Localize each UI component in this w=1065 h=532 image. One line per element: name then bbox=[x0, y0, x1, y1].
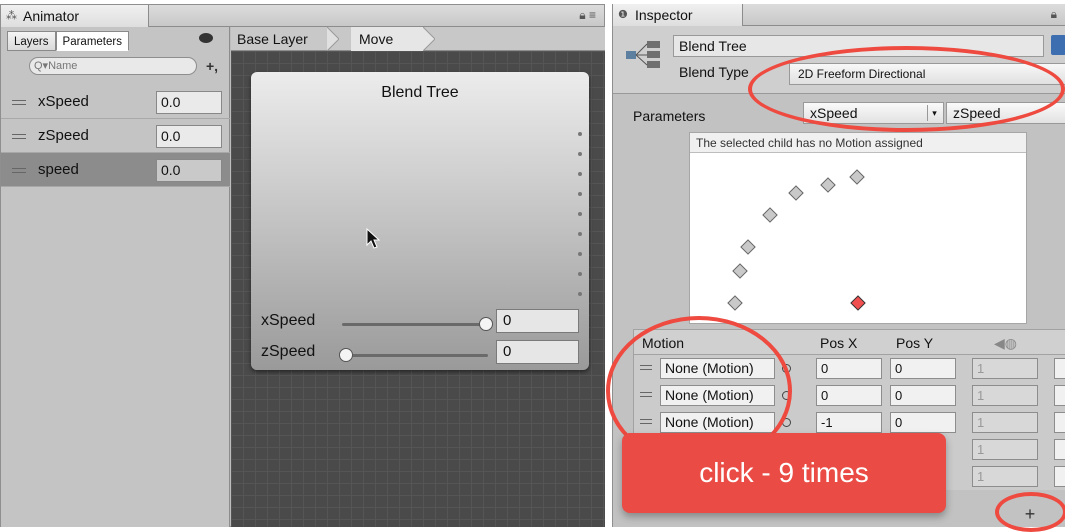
parameter-row[interactable]: zSpeed 0.0 bbox=[1, 119, 230, 153]
motion-point bbox=[727, 295, 743, 311]
drag-handle-icon[interactable] bbox=[12, 168, 26, 173]
blend-space-canvas[interactable] bbox=[690, 133, 1028, 325]
speed-field[interactable]: 1 bbox=[972, 439, 1038, 460]
speed-field[interactable]: 1 bbox=[972, 385, 1038, 406]
output-dot[interactable] bbox=[578, 172, 582, 176]
node-title: Blend Tree bbox=[381, 84, 459, 101]
drag-handle-icon[interactable] bbox=[12, 100, 26, 105]
blend-tree-icon bbox=[626, 41, 660, 68]
header-pos-x: Pos X bbox=[820, 335, 858, 351]
parameter-name: zSpeed bbox=[38, 127, 89, 144]
animator-tab[interactable]: ⁂ Animator bbox=[1, 5, 149, 27]
mouse-cursor-icon bbox=[366, 228, 381, 249]
slider-value-field[interactable]: 0 bbox=[496, 309, 579, 333]
screenshot: ⁂ Animator 🔒︎ ≡ Layers Parameters Q▾Name… bbox=[0, 0, 1065, 532]
parameter-search-input[interactable]: Q▾Name bbox=[29, 57, 197, 75]
speed-field[interactable]: 1 bbox=[972, 466, 1038, 487]
blend-type-label: Blend Type bbox=[679, 64, 749, 80]
animator-tabbar: ⁂ Animator 🔒︎ ≡ bbox=[1, 5, 604, 27]
breadcrumb-separator-icon bbox=[423, 27, 435, 51]
breadcrumb-base-layer[interactable]: Base Layer bbox=[237, 27, 308, 51]
drag-handle-icon[interactable] bbox=[12, 134, 26, 139]
motion-point bbox=[788, 185, 804, 201]
parameter-name: speed bbox=[38, 161, 79, 178]
motion-point bbox=[732, 263, 748, 279]
zspeed-slider[interactable] bbox=[342, 354, 488, 357]
breadcrumb: Base Layer Move bbox=[231, 27, 605, 51]
parameter-name: xSpeed bbox=[38, 93, 89, 110]
output-dot[interactable] bbox=[578, 232, 582, 236]
header-pos-y: Pos Y bbox=[896, 335, 934, 351]
blend-space-plot[interactable]: The selected child has no Motion assigne… bbox=[689, 132, 1027, 324]
add-parameter-button[interactable]: +, bbox=[206, 58, 218, 74]
speed-clock-icon: ◀◍ bbox=[994, 335, 1017, 351]
graph-view[interactable]: Base Layer Move Blend Tree xSpeed 0 zSpe… bbox=[231, 27, 605, 527]
breadcrumb-separator-icon bbox=[327, 27, 339, 51]
mirror-checkbox[interactable] bbox=[1054, 466, 1065, 487]
pos-x-field[interactable]: 0 bbox=[816, 358, 882, 379]
output-dot[interactable] bbox=[578, 212, 582, 216]
panel-tabs: Layers Parameters bbox=[7, 31, 129, 51]
tab-parameters[interactable]: Parameters bbox=[55, 31, 129, 51]
motion-point bbox=[762, 207, 778, 223]
pos-x-field[interactable]: -1 bbox=[816, 412, 882, 433]
slider-thumb[interactable] bbox=[339, 348, 353, 362]
xspeed-slider[interactable] bbox=[342, 323, 488, 326]
selected-motion-point bbox=[850, 295, 866, 311]
mirror-checkbox[interactable] bbox=[1054, 358, 1065, 379]
instruction-callout: click - 9 times bbox=[622, 433, 946, 513]
parameter-value-field[interactable]: 0.0 bbox=[156, 91, 222, 114]
motion-point bbox=[740, 239, 756, 255]
inspector-tab[interactable]: ❶ Inspector bbox=[613, 4, 743, 26]
highlight-ring bbox=[748, 46, 1065, 132]
mirror-checkbox[interactable] bbox=[1054, 385, 1065, 406]
output-dot[interactable] bbox=[578, 252, 582, 256]
motion-point bbox=[820, 177, 836, 193]
slider-value-field[interactable]: 0 bbox=[496, 340, 579, 364]
speed-field[interactable]: 1 bbox=[972, 412, 1038, 433]
parameter-value-field[interactable]: 0.0 bbox=[156, 125, 222, 148]
blend-tree-node[interactable]: Blend Tree xSpeed 0 zSpeed 0 bbox=[251, 72, 589, 370]
parameters-label: Parameters bbox=[633, 108, 706, 124]
output-dot[interactable] bbox=[578, 292, 582, 296]
output-dot[interactable] bbox=[578, 192, 582, 196]
animator-window: ⁂ Animator 🔒︎ ≡ Layers Parameters Q▾Name… bbox=[0, 4, 605, 527]
help-icon[interactable] bbox=[1051, 35, 1065, 55]
inspector-tabbar: ❶ Inspector 🔒︎ bbox=[613, 4, 1065, 26]
output-dot[interactable] bbox=[578, 132, 582, 136]
breadcrumb-move[interactable]: Move bbox=[351, 27, 423, 51]
lock-icon[interactable]: 🔒︎ bbox=[1051, 7, 1057, 22]
inspector-title: Inspector bbox=[635, 7, 693, 23]
slider-label: xSpeed bbox=[261, 312, 316, 329]
parameter-row[interactable]: xSpeed 0.0 bbox=[1, 85, 230, 119]
highlight-ring bbox=[995, 492, 1065, 532]
tab-layers[interactable]: Layers bbox=[7, 31, 56, 51]
parameters-panel: Layers Parameters Q▾Name +, xSpeed 0.0 z… bbox=[1, 27, 230, 527]
mirror-checkbox[interactable] bbox=[1054, 412, 1065, 433]
parameter-row-selected[interactable]: speed 0.0 bbox=[1, 153, 230, 187]
pos-y-field[interactable]: 0 bbox=[890, 358, 956, 379]
slider-thumb[interactable] bbox=[479, 317, 493, 331]
slider-label: zSpeed bbox=[261, 343, 316, 360]
pos-y-field[interactable]: 0 bbox=[890, 412, 956, 433]
pos-x-field[interactable]: 0 bbox=[816, 385, 882, 406]
pos-y-field[interactable]: 0 bbox=[890, 385, 956, 406]
info-icon: ❶ bbox=[618, 9, 628, 21]
mirror-checkbox[interactable] bbox=[1054, 439, 1065, 460]
motion-point bbox=[849, 169, 865, 185]
output-dot[interactable] bbox=[578, 272, 582, 276]
animator-title: Animator bbox=[23, 8, 80, 24]
animator-icon: ⁂ bbox=[6, 10, 17, 22]
output-dot[interactable] bbox=[578, 152, 582, 156]
eye-icon[interactable] bbox=[199, 33, 213, 43]
parameter-value-field[interactable]: 0.0 bbox=[156, 159, 222, 182]
lock-icon[interactable]: 🔒︎ ≡ bbox=[579, 8, 596, 23]
speed-field[interactable]: 1 bbox=[972, 358, 1038, 379]
